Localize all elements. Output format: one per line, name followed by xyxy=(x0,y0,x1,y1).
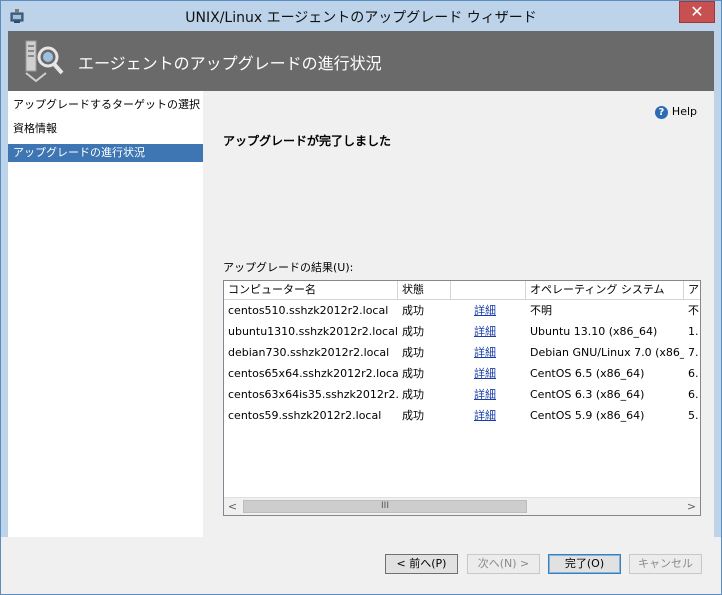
scroll-right-button[interactable]: > xyxy=(683,498,700,515)
next-button[interactable]: 次へ(N) > xyxy=(467,554,540,574)
cell-extra: 5. xyxy=(688,409,699,422)
page-title: エージェントのアップグレードの進行状況 xyxy=(78,54,382,73)
main-panel: ? Help アップグレードが完了しました アップグレードの結果(U): コンピュ… xyxy=(203,91,714,537)
scrollbar-thumb[interactable]: III xyxy=(243,500,527,513)
cell-status: 成功 xyxy=(402,325,424,338)
table-row[interactable]: centos65x64.sshzk2012r2.local 成功 詳細 Cent… xyxy=(224,363,700,384)
cell-os: CentOS 6.3 (x86_64) xyxy=(530,388,645,401)
table-row[interactable]: centos59.sshzk2012r2.local 成功 詳細 CentOS … xyxy=(224,405,700,426)
detail-link[interactable]: 詳細 xyxy=(474,342,514,363)
cell-computer: centos65x64.sshzk2012r2.local xyxy=(228,367,398,380)
column-header-detail[interactable] xyxy=(451,281,526,299)
cell-computer: debian730.sshzk2012r2.local xyxy=(228,346,390,359)
cell-extra: 6. xyxy=(688,367,699,380)
results-grid[interactable]: コンピューター名 状態 オペレーティング システム ア centos510.ss… xyxy=(223,280,701,516)
table-row[interactable]: ubuntu1310.sshzk2012r2.local 成功 詳細 Ubunt… xyxy=(224,321,700,342)
detail-link[interactable]: 詳細 xyxy=(474,300,514,321)
detail-link[interactable]: 詳細 xyxy=(474,363,514,384)
close-button[interactable]: ✕ xyxy=(679,1,715,23)
horizontal-scrollbar[interactable]: < III > xyxy=(224,497,700,515)
detail-link[interactable]: 詳細 xyxy=(474,405,514,426)
results-label: アップグレードの結果(U): xyxy=(223,261,354,274)
cell-os: Ubuntu 13.10 (x86_64) xyxy=(530,325,658,338)
cell-os: CentOS 6.5 (x86_64) xyxy=(530,367,645,380)
cell-status: 成功 xyxy=(402,304,424,317)
cell-extra: 6. xyxy=(688,388,699,401)
status-text: アップグレードが完了しました xyxy=(223,134,392,148)
cell-os: CentOS 5.9 (x86_64) xyxy=(530,409,645,422)
cell-extra: 7. xyxy=(688,346,699,359)
scroll-left-button[interactable]: < xyxy=(224,498,241,515)
column-header-status[interactable]: 状態 xyxy=(398,281,451,299)
cell-computer: centos510.sshzk2012r2.local xyxy=(228,304,389,317)
help-icon: ? xyxy=(654,105,668,119)
window-title: UNIX/Linux エージェントのアップグレード ウィザード xyxy=(185,10,537,26)
column-header-os[interactable]: オペレーティング システム xyxy=(526,281,684,299)
finish-button[interactable]: 完了(O) xyxy=(548,554,621,574)
wizard-nav: アップグレードするターゲットの選択 資格情報 アップグレードの進行状況 xyxy=(8,91,203,537)
column-header-computer[interactable]: コンピューター名 xyxy=(224,281,398,299)
detail-link[interactable]: 詳細 xyxy=(474,384,514,405)
wizard-window: UNIX/Linux エージェントのアップグレード ウィザード ✕ エージェント… xyxy=(0,0,722,595)
agent-upgrade-icon xyxy=(25,40,64,83)
detail-link[interactable]: 詳細 xyxy=(474,321,514,342)
back-button[interactable]: < 前へ(P) xyxy=(385,554,458,574)
nav-item-upgrade-progress[interactable]: アップグレードの進行状況 xyxy=(8,144,203,162)
cell-computer: centos59.sshzk2012r2.local xyxy=(228,409,382,422)
wizard-header: エージェントのアップグレードの進行状況 xyxy=(8,31,714,91)
content-area: アップグレードするターゲットの選択 資格情報 アップグレードの進行状況 ? Hel… xyxy=(8,91,714,537)
cell-os: 不明 xyxy=(530,304,552,317)
help-label: Help xyxy=(671,105,697,118)
title-bar[interactable]: UNIX/Linux エージェントのアップグレード ウィザード ✕ xyxy=(1,1,721,31)
cancel-button[interactable]: キャンセル xyxy=(629,554,702,574)
cell-computer: ubuntu1310.sshzk2012r2.local xyxy=(228,325,398,338)
grid-header: コンピューター名 状態 オペレーティング システム ア xyxy=(224,281,700,300)
nav-item-select-targets[interactable]: アップグレードするターゲットの選択 xyxy=(8,96,203,114)
cell-os: Debian GNU/Linux 7.0 (x86_64) xyxy=(530,346,684,359)
cell-status: 成功 xyxy=(402,388,424,401)
cell-status: 成功 xyxy=(402,346,424,359)
help-link[interactable]: ? Help xyxy=(654,104,697,120)
table-row[interactable]: centos63x64is35.sshzk2012r2.local 成功 詳細 … xyxy=(224,384,700,405)
cell-status: 成功 xyxy=(402,409,424,422)
table-row[interactable]: debian730.sshzk2012r2.local 成功 詳細 Debian… xyxy=(224,342,700,363)
button-bar: < 前へ(P) 次へ(N) > 完了(O) キャンセル xyxy=(1,537,721,594)
column-header-extra[interactable]: ア xyxy=(684,281,700,299)
cell-computer: centos63x64is35.sshzk2012r2.local xyxy=(228,388,398,401)
cell-extra: 1. xyxy=(688,325,699,338)
table-row[interactable]: centos510.sshzk2012r2.local 成功 詳細 不明 不 xyxy=(224,300,700,321)
cell-status: 成功 xyxy=(402,367,424,380)
cell-extra: 不 xyxy=(688,304,699,317)
nav-item-credentials[interactable]: 資格情報 xyxy=(8,120,203,138)
